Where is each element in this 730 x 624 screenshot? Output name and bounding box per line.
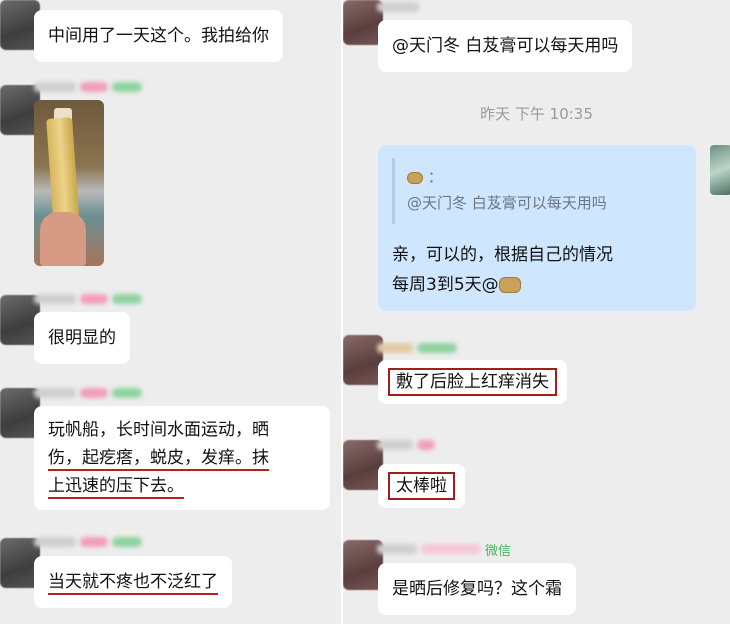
quote-header: ： <box>407 164 670 190</box>
message-bubble[interactable]: 敷了后脸上红痒消失 <box>378 360 567 404</box>
sender-name <box>34 386 142 400</box>
message-line: 伤，起疙瘩，蜕皮，发痒。抹 <box>48 444 316 472</box>
quote-text: @天门冬 白芨膏可以每天用吗 <box>407 194 607 212</box>
left-chat-panel: 中间用了一天这个。我拍给你 很明显的 玩帆船，长时间水面运动，晒 伤，起疙瘩，蜕… <box>0 0 343 624</box>
message-text: 伤，起疙瘩，蜕皮，发痒。抹 <box>48 448 269 468</box>
product-photo[interactable] <box>34 100 104 266</box>
message-bubble[interactable]: 玩帆船，长时间水面运动，晒 伤，起疙瘩，蜕皮，发痒。抹 上迅速的压下去。 <box>34 406 330 510</box>
quote-colon: ： <box>427 168 443 186</box>
message-text: 敷了后脸上红痒消失 <box>388 368 557 396</box>
message-text: 是晒后修复吗？这个霜 <box>392 579 562 599</box>
peanut-emoji-icon <box>498 277 521 293</box>
sender-name <box>377 438 435 452</box>
quoted-message[interactable]: ： @天门冬 白芨膏可以每天用吗 <box>392 158 682 224</box>
message-bubble[interactable]: 是晒后修复吗？这个霜 <box>378 563 576 615</box>
sender-name <box>377 0 419 14</box>
message-text: 玩帆船，长时间水面运动，晒 <box>48 420 269 440</box>
message-bubble[interactable]: @天门冬 白芨膏可以每天用吗 <box>378 20 633 72</box>
message-text: 上迅速的压下去。 <box>48 476 184 496</box>
wechat-tag: 微信 <box>485 543 512 559</box>
message-bubble[interactable]: 很明显的 <box>34 312 130 364</box>
timestamp: 昨天 下午 10:35 <box>480 105 593 123</box>
self-message-text: 亲，可以的，根据自己的情况 每周3到5天@ <box>392 240 613 300</box>
message-bubble[interactable]: 太棒啦 <box>378 464 465 508</box>
message-line: 上迅速的压下去。 <box>48 472 316 500</box>
sender-name <box>34 292 142 306</box>
self-avatar[interactable] <box>710 145 730 195</box>
message-text: 当天就不疼也不泛红了 <box>48 572 218 592</box>
peanut-icon <box>407 171 423 184</box>
message-text: 每周3到5天@ <box>392 275 499 295</box>
message-text: 中间用了一天这个。我拍给你 <box>48 26 269 46</box>
sender-name <box>377 341 457 355</box>
message-line: 每周3到5天@ <box>392 270 613 300</box>
message-line: 玩帆船，长时间水面运动，晒 <box>48 416 316 444</box>
message-bubble[interactable]: 中间用了一天这个。我拍给你 <box>34 10 283 62</box>
right-chat-panel: @天门冬 白芨膏可以每天用吗 昨天 下午 10:35 敷了后脸上红痒消失 太棒啦… <box>343 0 730 624</box>
message-text: 太棒啦 <box>388 472 455 500</box>
sender-name <box>34 535 142 549</box>
sender-name: 微信 <box>377 542 512 559</box>
message-text: @天门冬 白芨膏可以每天用吗 <box>392 36 619 56</box>
message-text: 很明显的 <box>48 328 116 348</box>
sender-name <box>34 80 142 94</box>
message-line: 亲，可以的，根据自己的情况 <box>392 245 613 265</box>
message-bubble[interactable]: 当天就不疼也不泛红了 <box>34 556 232 608</box>
